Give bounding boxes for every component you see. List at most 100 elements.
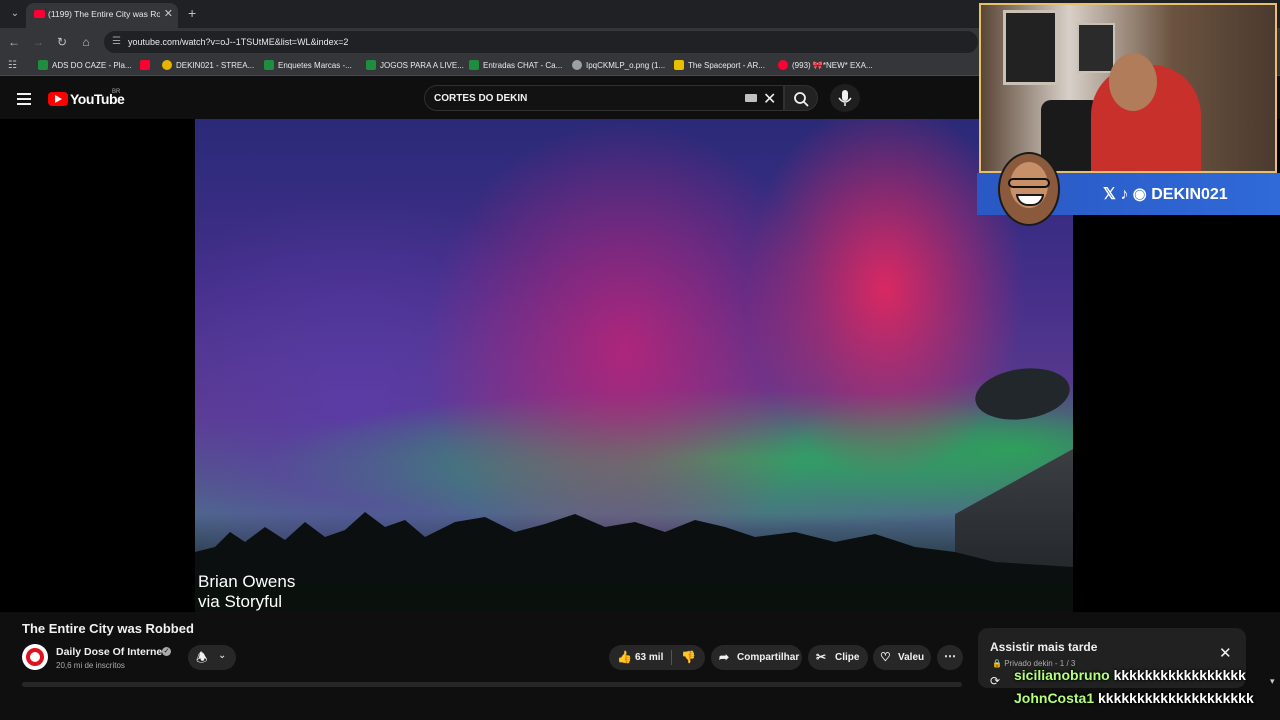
clear-search-icon[interactable]: ✕ <box>763 89 776 109</box>
chat-text: kkkkkkkkkkkkkkkkk <box>1113 667 1246 683</box>
screen: ⌄ (1199) The Entire City was Robbed ✕ + … <box>0 0 1280 720</box>
home-icon[interactable]: ⌂ <box>78 34 94 50</box>
back-arrow-icon[interactable]: ← <box>6 34 22 50</box>
playlist-title[interactable]: Assistir mais tarde <box>990 640 1097 654</box>
like-count: 63 mil <box>635 652 664 663</box>
like-dislike-group: 👍 63 mil 👎 <box>609 645 705 670</box>
bell-icon: 🕭 <box>196 650 208 665</box>
bookmark-item[interactable]: DEKIN021 - STREA... <box>162 60 254 72</box>
treeline-silhouette <box>195 512 1073 612</box>
search-icon <box>794 92 809 107</box>
social-handle: 𝕏 ♪ ◉ DEKIN021 <box>1103 184 1228 204</box>
bookmark-label: (993) 🎀*NEW* EXA... <box>792 61 873 70</box>
search-button[interactable] <box>784 85 818 111</box>
bookmark-item[interactable]: (993) 🎀*NEW* EXA... <box>778 60 873 72</box>
satellite-dish-image <box>971 362 1073 426</box>
sheets-icon <box>38 60 48 70</box>
bookmark-label: JOGOS PARA A LIVE... <box>380 61 464 70</box>
channel-name[interactable]: Daily Dose Of Internet <box>56 646 166 658</box>
thumbs-down-icon: 👎 <box>681 650 696 664</box>
address-bar[interactable]: ☰ youtube.com/watch?v=oJ--1TSUtME&list=W… <box>104 31 978 53</box>
spaceport-icon <box>674 60 684 70</box>
search-input[interactable]: CORTES DO DEKIN ✕ <box>424 85 784 111</box>
thumbs-up-icon: 👍 <box>617 650 632 664</box>
bookmark-label: DEKIN021 - STREA... <box>176 61 255 70</box>
video-title: The Entire City was Robbed <box>22 621 194 636</box>
chat-message: sicilianobruno kkkkkkkkkkkkkkkkk <box>1014 667 1246 685</box>
share-label: Compartilhar <box>737 652 800 663</box>
hamburger-menu-icon[interactable] <box>17 93 31 105</box>
streamer-head-image <box>1109 53 1157 111</box>
tab-close-icon[interactable]: ✕ <box>164 7 173 20</box>
microphone-icon <box>838 90 852 106</box>
youtube-favicon-icon <box>34 10 45 18</box>
voice-search-button[interactable] <box>830 84 860 112</box>
instagram-icon: ◉ <box>1132 186 1147 203</box>
more-actions-button[interactable]: ⋯ <box>937 645 963 670</box>
video-frame-aurora[interactable]: Brian Owens via Storyful <box>195 119 1073 612</box>
youtube-logo-icon[interactable] <box>48 92 68 106</box>
keyboard-icon[interactable] <box>745 94 757 102</box>
apps-grid-icon[interactable]: ☷ <box>8 60 17 71</box>
like-button[interactable]: 👍 63 mil <box>609 645 671 670</box>
chat-username: JohnCosta1 <box>1014 690 1095 706</box>
more-horizontal-icon: ⋯ <box>944 649 956 663</box>
bookmark-item[interactable]: JOGOS PARA A LIVE... <box>366 60 464 72</box>
bookmark-label: Enquetes Marcas -... <box>278 61 352 70</box>
wall-poster-image <box>1003 10 1058 85</box>
reload-icon[interactable]: ↻ <box>54 34 70 50</box>
loop-icon[interactable]: ⟳ <box>990 674 1000 688</box>
bookmark-item[interactable] <box>140 60 154 72</box>
forward-arrow-icon[interactable]: → <box>30 34 46 50</box>
tab-title: (1199) The Entire City was Robbed <box>48 9 160 19</box>
bookmark-item[interactable]: Enquetes Marcas -... <box>264 60 352 72</box>
channel-avatar[interactable] <box>22 644 48 670</box>
close-icon[interactable]: ✕ <box>1219 644 1232 662</box>
chevron-down-icon: ⌄ <box>218 650 227 661</box>
notifications-bell-button[interactable]: 🕭 ⌄ <box>188 645 236 670</box>
thanks-button[interactable]: ♡ Valeu <box>873 645 931 670</box>
bookmark-label: IpqCKMLP_o.png (1... <box>586 61 666 70</box>
dislike-button[interactable]: 👎 <box>672 645 705 670</box>
bookmark-label: Entradas CHAT - Ca... <box>483 61 563 70</box>
description-box-edge <box>22 682 962 687</box>
sheets-icon <box>264 60 274 70</box>
chevron-down-icon[interactable]: ▾ <box>1270 676 1275 687</box>
super-thanks-icon: ♡ <box>880 650 891 664</box>
wall-poster-image <box>1077 23 1115 73</box>
search-value: CORTES DO DEKIN <box>434 93 528 104</box>
tab-search-chevron-icon[interactable]: ⌄ <box>6 5 24 23</box>
globe-icon <box>572 60 582 70</box>
verified-check-icon: ✓ <box>162 647 171 656</box>
chat-text: kkkkkkkkkkkkkkkkkkkk <box>1098 690 1254 706</box>
streamer-webcam <box>979 3 1277 173</box>
youtube-icon <box>778 60 788 70</box>
region-code: BR <box>112 89 121 95</box>
thanks-label: Valeu <box>898 652 925 663</box>
credit-name: Brian Owens <box>198 572 296 591</box>
bookmark-item[interactable]: IpqCKMLP_o.png (1... <box>572 60 665 72</box>
new-tab-plus-icon[interactable]: + <box>188 5 196 21</box>
url-text: youtube.com/watch?v=oJ--1TSUtME&list=WL&… <box>128 37 349 47</box>
avatar-glasses <box>1008 178 1050 188</box>
bookmark-label: ADS DO CAZE - Pla... <box>52 61 132 70</box>
scissors-icon: ✂ <box>816 650 827 664</box>
streamer-cartoon-avatar <box>998 152 1060 226</box>
credit-source: via Storyful <box>198 592 283 611</box>
youtube-icon <box>140 60 150 70</box>
share-button[interactable]: ➦ Compartilhar <box>711 645 802 670</box>
bookmark-item[interactable]: ADS DO CAZE - Pla... <box>38 60 132 72</box>
site-settings-icon[interactable]: ☰ <box>112 36 121 47</box>
chat-username: sicilianobruno <box>1014 667 1110 683</box>
browser-tab-active[interactable]: (1199) The Entire City was Robbed ✕ <box>26 3 178 28</box>
share-icon: ➦ <box>719 650 730 664</box>
brand-handle-text: DEKIN021 <box>1151 186 1228 203</box>
bookmark-item[interactable]: The Spaceport - AR... <box>674 60 765 72</box>
tiktok-icon: ♪ <box>1120 186 1129 203</box>
sheets-icon <box>366 60 376 70</box>
clip-button[interactable]: ✂ Clipe <box>808 645 868 670</box>
bookmark-label: The Spaceport - AR... <box>688 61 765 70</box>
chat-message: JohnCosta1 kkkkkkkkkkkkkkkkkkkk <box>1014 690 1254 708</box>
clip-label: Clipe <box>835 652 860 663</box>
bookmark-item[interactable]: Entradas CHAT - Ca... <box>469 60 562 72</box>
